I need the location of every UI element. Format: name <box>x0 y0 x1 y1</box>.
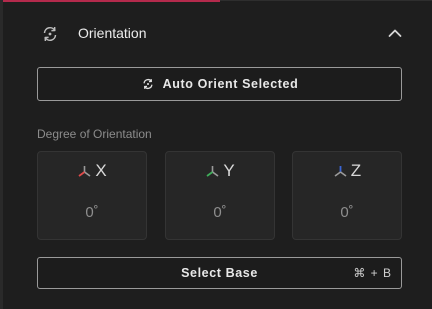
orientation-panel: Orientation Auto Orient Selected Degree … <box>0 0 432 309</box>
rotate-icon <box>40 24 60 44</box>
axis-z-value: 0˚ <box>340 204 354 221</box>
axis-x-card[interactable]: X 0˚ <box>37 151 147 240</box>
section-header[interactable]: Orientation <box>0 14 432 54</box>
top-divider <box>220 0 432 1</box>
auto-orient-selected-button[interactable]: Auto Orient Selected <box>37 67 402 101</box>
collapse-button[interactable] <box>384 23 406 43</box>
axis-z-header: Z <box>293 161 401 181</box>
axis-x-icon <box>77 164 92 179</box>
axis-x-letter: X <box>95 161 107 180</box>
select-base-label: Select Base <box>181 266 258 280</box>
active-accent-bar <box>3 0 220 2</box>
rotate-icon <box>141 77 155 91</box>
axis-y-value: 0˚ <box>213 204 227 221</box>
axis-z-letter: Z <box>350 161 362 180</box>
axis-x-value: 0˚ <box>85 204 99 221</box>
axis-y-icon <box>205 164 220 179</box>
axis-y-card[interactable]: Y 0˚ <box>165 151 275 240</box>
axis-z-card[interactable]: Z 0˚ <box>292 151 402 240</box>
select-base-shortcut: ⌘ + B <box>353 266 392 280</box>
degree-of-orientation-label: Degree of Orientation <box>37 127 152 141</box>
section-title: Orientation <box>78 25 147 41</box>
axis-z-icon <box>333 164 348 179</box>
axis-y-header: Y <box>166 161 274 181</box>
axis-x-header: X <box>38 161 146 181</box>
select-base-button[interactable]: Select Base ⌘ + B <box>37 257 402 289</box>
axis-y-letter: Y <box>223 161 235 180</box>
chevron-up-icon <box>388 29 402 37</box>
auto-orient-label: Auto Orient Selected <box>162 77 299 91</box>
